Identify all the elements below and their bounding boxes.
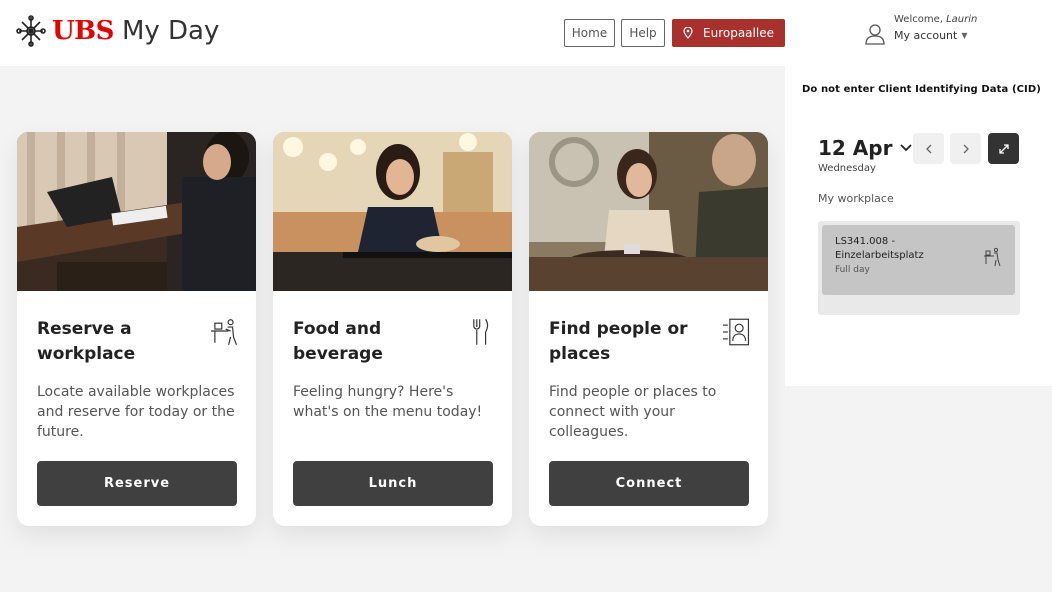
my-account-dropdown[interactable]: My account ▼ [894, 29, 977, 42]
workplace-photo [17, 132, 256, 291]
weekday-label: Wednesday [818, 163, 876, 174]
chevron-left-icon [925, 144, 931, 153]
chevron-right-icon [963, 144, 969, 153]
location-pin-icon [683, 27, 693, 39]
app-header: UBS My Day Home Help Europaallee Welcome… [0, 0, 1052, 66]
main-content: Reserve a workplace Locate available wor… [0, 66, 785, 592]
card-title: Food and beverage [293, 319, 383, 364]
person-directory-icon [722, 318, 749, 346]
brand-name: UBS [52, 16, 114, 46]
day-panel: Do not enter Client Identifying Data (CI… [785, 66, 1052, 592]
expand-button[interactable] [988, 133, 1019, 164]
account-menu[interactable]: Welcome, Laurin My account ▼ [864, 14, 977, 48]
fork-knife-icon [472, 318, 488, 345]
workplace-booking: LS341.008 - Einzelarbeitsplatz Full day [818, 221, 1020, 315]
user-icon [865, 24, 885, 45]
location-button[interactable]: Europaallee [672, 19, 785, 47]
my-workplace-label: My workplace [818, 192, 894, 205]
card-description: Feeling hungry? Here's what's on the men… [293, 384, 483, 420]
lunch-button[interactable]: Lunch [293, 461, 493, 506]
help-button[interactable]: Help [621, 19, 665, 47]
next-day-button[interactable] [950, 133, 981, 164]
my-account-label: My account [894, 29, 958, 42]
reserve-button[interactable]: Reserve [37, 461, 237, 506]
logo[interactable]: UBS My Day [16, 14, 219, 48]
ubs-keys-logo-icon [16, 15, 46, 47]
card-title: Reserve a workplace [37, 319, 136, 364]
date-label: 12 Apr [818, 136, 893, 160]
cid-notice: Do not enter Client Identifying Data (CI… [802, 84, 1041, 95]
location-label: Europaallee [703, 26, 774, 40]
date-selector[interactable]: 12 Apr [818, 136, 913, 160]
day-panel-content: Do not enter Client Identifying Data (CI… [785, 66, 1052, 386]
chevron-down-icon [900, 144, 913, 152]
welcome-text: Welcome, Laurin [894, 14, 978, 25]
workplace-desk-icon [210, 319, 237, 345]
food-photo [273, 132, 512, 291]
card-description: Find people or places to connect with yo… [549, 384, 717, 440]
product-name: My Day [121, 16, 220, 46]
user-name: Laurin [946, 14, 978, 25]
food-beverage-card: Food and beverage Feeling hungry? Here's… [273, 132, 512, 526]
previous-day-button[interactable] [913, 133, 944, 164]
connect-button[interactable]: Connect [549, 461, 749, 506]
card-title: Find people or places [549, 319, 688, 364]
find-people-card: Find people or places Find people or pla… [529, 132, 768, 526]
caret-down-icon: ▼ [961, 31, 968, 40]
workplace-booking-card[interactable]: LS341.008 - Einzelarbeitsplatz Full day [822, 225, 1015, 295]
expand-icon [998, 143, 1009, 154]
workplace-desk-icon [984, 247, 1001, 267]
card-description: Locate available workplaces and reserve … [37, 384, 235, 440]
people-photo [529, 132, 768, 291]
reserve-workplace-card: Reserve a workplace Locate available wor… [17, 132, 256, 526]
home-button[interactable]: Home [564, 19, 615, 47]
